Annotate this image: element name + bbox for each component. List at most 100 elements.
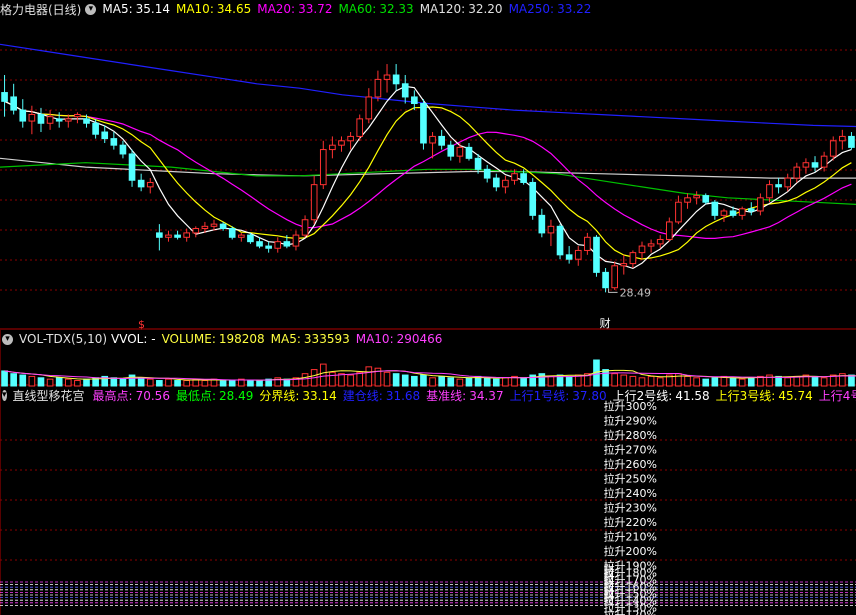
candle-body[interactable] xyxy=(793,166,801,179)
candle-body[interactable] xyxy=(356,118,364,137)
volume-bar[interactable] xyxy=(55,377,63,387)
candle-body[interactable] xyxy=(274,241,282,249)
candle-body[interactable] xyxy=(757,197,764,212)
candle-body[interactable] xyxy=(611,265,619,289)
candle-body[interactable] xyxy=(647,243,655,247)
candle-body[interactable] xyxy=(675,201,682,223)
candle-body[interactable] xyxy=(811,162,819,168)
candle-body[interactable] xyxy=(447,144,455,157)
candle-body[interactable] xyxy=(338,140,345,146)
volume-bar[interactable] xyxy=(165,378,172,387)
volume-bar[interactable] xyxy=(64,378,72,387)
candle-body[interactable] xyxy=(720,210,728,216)
candle-body[interactable] xyxy=(292,234,300,247)
volume-bar[interactable] xyxy=(538,373,546,387)
candle-body[interactable] xyxy=(511,173,518,181)
candle-body[interactable] xyxy=(401,83,409,98)
volume-bar[interactable] xyxy=(46,378,54,387)
volume-bar[interactable] xyxy=(638,377,646,387)
candle-body[interactable] xyxy=(192,228,200,234)
volume-bar[interactable] xyxy=(1,370,8,387)
candle-body[interactable] xyxy=(665,221,673,240)
candle-body[interactable] xyxy=(711,201,719,216)
candle-body[interactable] xyxy=(565,254,573,260)
candle-body[interactable] xyxy=(92,122,99,135)
volume-bar[interactable] xyxy=(365,366,373,387)
chevron-down-icon[interactable]: ▾ xyxy=(2,333,13,345)
candle-body[interactable] xyxy=(55,118,63,122)
candle-body[interactable] xyxy=(110,138,118,146)
candle-body[interactable] xyxy=(365,96,373,120)
volume-bar[interactable] xyxy=(820,377,828,387)
candle-body[interactable] xyxy=(529,181,537,216)
chevron-down-icon[interactable]: ▾ xyxy=(85,3,97,15)
volume-bar[interactable] xyxy=(10,373,17,387)
volume-bar[interactable] xyxy=(83,378,90,387)
candle-body[interactable] xyxy=(101,131,109,140)
volume-bar[interactable] xyxy=(629,375,637,387)
candle-body[interactable] xyxy=(174,234,181,238)
candle-body[interactable] xyxy=(520,173,527,183)
volume-bar[interactable] xyxy=(684,375,691,387)
candle-body[interactable] xyxy=(347,135,354,142)
candle-body[interactable] xyxy=(210,223,218,227)
volume-bar[interactable] xyxy=(319,363,327,387)
volume-bar[interactable] xyxy=(329,371,336,387)
volume-bar[interactable] xyxy=(37,377,45,387)
volume-bar[interactable] xyxy=(392,373,400,387)
candle-body[interactable] xyxy=(119,144,127,155)
candle-body[interactable] xyxy=(228,228,236,238)
candle-body[interactable] xyxy=(83,118,90,124)
volume-bar[interactable] xyxy=(729,377,737,387)
candle-body[interactable] xyxy=(492,177,500,188)
candle-body[interactable] xyxy=(1,92,8,102)
candle-body[interactable] xyxy=(165,234,172,238)
volume-bar[interactable] xyxy=(620,374,628,387)
candle-body[interactable] xyxy=(456,146,464,157)
volume-bar[interactable] xyxy=(711,377,719,387)
candle-body[interactable] xyxy=(839,135,846,142)
candle-body[interactable] xyxy=(638,245,646,254)
volume-bar[interactable] xyxy=(28,375,36,387)
candle-body[interactable] xyxy=(429,135,436,144)
candle-body[interactable] xyxy=(474,157,482,170)
volume-bar[interactable] xyxy=(465,377,473,387)
volume-bar[interactable] xyxy=(420,374,427,387)
volume-bar[interactable] xyxy=(356,371,364,387)
candle-body[interactable] xyxy=(547,225,555,234)
candle-body[interactable] xyxy=(265,245,272,249)
candle-body[interactable] xyxy=(383,74,391,80)
candle-body[interactable] xyxy=(620,263,628,267)
candle-body[interactable] xyxy=(183,232,191,238)
candle-body[interactable] xyxy=(738,208,746,216)
candle-body[interactable] xyxy=(465,146,473,159)
candle-body[interactable] xyxy=(74,113,81,118)
candle-body[interactable] xyxy=(656,238,664,245)
candle-body[interactable] xyxy=(775,184,782,188)
candle-body[interactable] xyxy=(46,116,54,124)
volume-bar[interactable] xyxy=(119,378,127,387)
volume-bar[interactable] xyxy=(811,375,819,387)
candle-body[interactable] xyxy=(319,149,327,186)
candle-body[interactable] xyxy=(538,214,546,234)
candle-body[interactable] xyxy=(156,232,163,238)
candle-body[interactable] xyxy=(593,236,600,273)
candle-body[interactable] xyxy=(411,96,418,105)
volume-bar[interactable] xyxy=(301,373,309,387)
volume-bar[interactable] xyxy=(137,377,145,387)
candle-body[interactable] xyxy=(247,234,254,243)
candle-body[interactable] xyxy=(574,249,582,260)
candle-body[interactable] xyxy=(201,225,209,230)
candle-body[interactable] xyxy=(766,184,773,199)
candle-body[interactable] xyxy=(602,271,609,289)
candle-body[interactable] xyxy=(256,241,263,247)
volume-bar[interactable] xyxy=(848,374,855,387)
volume-bar[interactable] xyxy=(411,375,418,387)
volume-bar[interactable] xyxy=(502,377,509,387)
volume-bar[interactable] xyxy=(383,371,391,387)
candle-body[interactable] xyxy=(237,234,245,238)
candle-body[interactable] xyxy=(301,219,309,236)
candle-body[interactable] xyxy=(19,109,27,122)
candle-body[interactable] xyxy=(392,74,400,85)
volume-bar[interactable] xyxy=(19,374,27,387)
